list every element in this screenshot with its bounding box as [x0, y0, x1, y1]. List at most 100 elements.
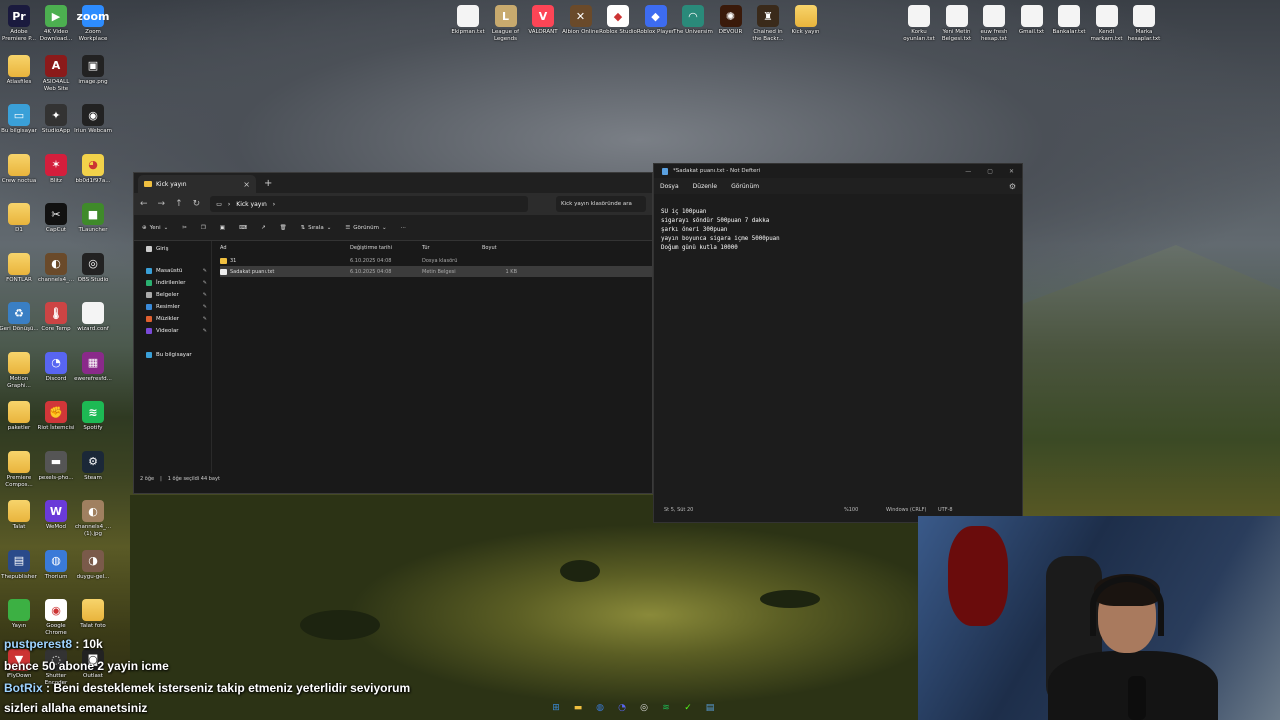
close-tab-icon[interactable]: × [243, 180, 250, 189]
desktop-shortcut[interactable]: ✊ Riot İstemcisi [36, 401, 76, 432]
desktop-shortcut[interactable]: ◕ bb0d1f97a... [73, 153, 113, 185]
notepad-window[interactable]: *Sadakat puanı.txt - Not Defteri — ▢ ✕ D… [653, 163, 1023, 523]
maximize-icon[interactable]: ▢ [987, 168, 993, 175]
desktop-shortcut[interactable]: ⚙ Steam [73, 450, 113, 482]
file-explorer-window[interactable]: Kick yayın × + ← → ↑ ↻ ▭ › Kick yayın › … [133, 172, 653, 494]
desktop-shortcut[interactable]: Talat [0, 500, 39, 531]
gear-icon[interactable]: ⚙ [1009, 182, 1016, 191]
desktop-shortcut[interactable]: ✶ Blitz [36, 153, 76, 185]
search-input[interactable]: Kick yayın klasöründe ara [556, 196, 646, 212]
desktop-shortcut[interactable]: Ekipman.txt [448, 5, 488, 36]
desktop-shortcut[interactable]: Crew noctua [0, 153, 39, 185]
menu-file[interactable]: Dosya [660, 183, 679, 190]
desktop-shortcut[interactable]: Premiere Compos... [0, 450, 39, 489]
cut-button[interactable]: ✂ [182, 225, 187, 231]
view-button[interactable]: ☰ Görünüm ⌄ [345, 225, 386, 231]
share-button[interactable]: ↗ [261, 225, 266, 231]
desktop-shortcut[interactable]: paketler [0, 401, 39, 432]
desktop-shortcut[interactable]: ▭ Bu bilgisayar [0, 104, 39, 135]
address-bar[interactable]: ▭ › Kick yayın › [210, 196, 529, 212]
column-date[interactable]: Değiştirme tarihi [350, 245, 422, 251]
new-button[interactable]: ⊕ Yeni ⌄ [142, 225, 168, 231]
desktop-shortcut[interactable]: wizard.conf [73, 302, 113, 333]
desktop-shortcut[interactable]: Motion Graphi... [0, 351, 39, 390]
desktop-shortcut[interactable]: ◉ Google Chrome [36, 599, 76, 637]
desktop-shortcut[interactable]: Kendi markam.txt [1087, 5, 1127, 43]
column-name[interactable]: Ad [220, 245, 350, 251]
desktop-shortcut[interactable]: ◑ duygu-gel... [73, 549, 113, 581]
desktop-shortcut[interactable]: ▬ pexels-pho... [36, 450, 76, 482]
desktop-shortcut[interactable]: Korku oyunları.txt [899, 5, 939, 43]
desktop-shortcut[interactable]: ◔ Discord [36, 351, 76, 383]
desktop-shortcut[interactable]: Atlasfiles [0, 54, 39, 86]
breadcrumb-current[interactable]: Kick yayın [236, 201, 267, 208]
desktop-shortcut[interactable]: ◍ Thorium [36, 549, 76, 581]
desktop-shortcut[interactable]: ✂ CapCut [36, 203, 76, 234]
sidebar-item[interactable]: Müzikler ✎ [134, 313, 211, 325]
desktop-shortcut[interactable]: ♜ Chained in the Backr... [748, 5, 788, 43]
desktop-shortcut[interactable]: Kick yayın [786, 5, 826, 36]
spotify-icon[interactable]: ≋ [658, 700, 674, 716]
file-row[interactable]: Sadakat puanı.txt 6.10.2025 04:08 Metin Be… [220, 266, 652, 277]
more-options-button[interactable]: ··· [401, 225, 406, 231]
desktop-shortcut[interactable]: ✕ Albion Online [561, 5, 601, 36]
desktop-shortcut[interactable]: Pr Adobe Premiere P... [0, 5, 39, 43]
column-size[interactable]: Boyut [482, 245, 517, 251]
desktop-shortcut[interactable]: 🌡 Core Temp [36, 302, 76, 333]
desktop-shortcut[interactable]: ▤ Thepublisher [0, 549, 39, 581]
desktop-shortcut[interactable]: ◐ channels4_... (1).jpg [73, 500, 113, 538]
desktop-shortcut[interactable]: Yayın [0, 599, 39, 630]
desktop-shortcut[interactable]: euw fresh hesap.txt [974, 5, 1014, 43]
file-explorer-icon[interactable]: ▬ [570, 700, 586, 716]
column-type[interactable]: Tür [422, 245, 482, 251]
desktop-shortcut[interactable]: ▶ 4K Video Download... [36, 5, 76, 43]
explorer-tab[interactable]: Kick yayın × [138, 175, 256, 193]
desktop-shortcut[interactable]: ◠ The Universim [673, 5, 713, 36]
sidebar-item[interactable]: Masaüstü ✎ [134, 265, 211, 277]
desktop-shortcut[interactable]: ■ TLauncher [73, 203, 113, 234]
sidebar-item[interactable]: Bu bilgisayar [134, 349, 211, 361]
desktop-shortcut[interactable]: ♻ Geri Dönüşü... [0, 302, 39, 333]
thorium-icon[interactable]: ◍ [592, 700, 608, 716]
minimize-icon[interactable]: — [965, 168, 971, 175]
desktop-shortcut[interactable]: zoom Zoom Workplace [73, 5, 113, 43]
sidebar-item[interactable]: Belgeler ✎ [134, 289, 211, 301]
desktop-shortcut[interactable]: Marka hesaplar.txt [1124, 5, 1164, 43]
menu-edit[interactable]: Düzenle [693, 183, 717, 190]
discord-icon[interactable]: ◔ [614, 700, 630, 716]
close-icon[interactable]: ✕ [1009, 168, 1014, 175]
desktop-shortcut[interactable]: Bankalar.txt [1049, 5, 1089, 36]
kick-icon[interactable]: ✓ [680, 700, 696, 716]
desktop-shortcut[interactable]: ◐ channels4_... [36, 252, 76, 284]
menu-view[interactable]: Görünüm [731, 183, 759, 190]
notepad-text-area[interactable]: SU iç 100puan sigarayı söndür 500puan 7 d… [654, 194, 1022, 504]
back-arrow-icon[interactable]: ← [140, 199, 148, 209]
paste-button[interactable]: ▣ [220, 225, 225, 231]
desktop-shortcut[interactable]: D1 [0, 203, 39, 234]
windows-start-icon[interactable]: ⊞ [548, 700, 564, 716]
desktop-shortcut[interactable]: V VALORANT [523, 5, 563, 36]
sidebar-item[interactable]: İndirilenler ✎ [134, 277, 211, 289]
notepad-icon[interactable]: ▤ [702, 700, 718, 716]
desktop-shortcut[interactable]: W WeMod [36, 500, 76, 531]
refresh-icon[interactable]: ↻ [193, 199, 201, 209]
obs-icon[interactable]: ◎ [636, 700, 652, 716]
desktop-shortcut[interactable]: L League of Legends [486, 5, 526, 43]
desktop-shortcut[interactable]: Yeni Metin Belgesi.txt [937, 5, 977, 43]
desktop-shortcut[interactable]: Talat foto [73, 599, 113, 630]
sort-button[interactable]: ⇅ Sırala ⌄ [301, 225, 332, 231]
new-tab-button[interactable]: + [264, 178, 272, 189]
desktop-shortcut[interactable]: ◉ Iriun Webcam [73, 104, 113, 135]
desktop-shortcut[interactable]: ✺ DEVOUR [711, 5, 751, 36]
file-row[interactable]: 31 6.10.2025 04:08 Dosya klasörü [220, 255, 652, 266]
desktop-shortcut[interactable]: ◆ Roblox Studio [598, 5, 638, 36]
desktop-shortcut[interactable]: ◆ Roblox Player [636, 5, 676, 36]
desktop-shortcut[interactable]: A ASIO4ALL Web Site [36, 54, 76, 93]
forward-arrow-icon[interactable]: → [158, 199, 166, 209]
desktop-shortcut[interactable]: FONTLAR [0, 252, 39, 284]
delete-button[interactable]: 🗑 [280, 225, 287, 231]
desktop-shortcut[interactable]: ◎ OBS Studio [73, 252, 113, 284]
desktop-shortcut[interactable]: Gmail.txt [1012, 5, 1052, 36]
copy-button[interactable]: ❐ [201, 225, 206, 231]
desktop-shortcut[interactable]: ▦ ewerefresfd... [73, 351, 113, 383]
